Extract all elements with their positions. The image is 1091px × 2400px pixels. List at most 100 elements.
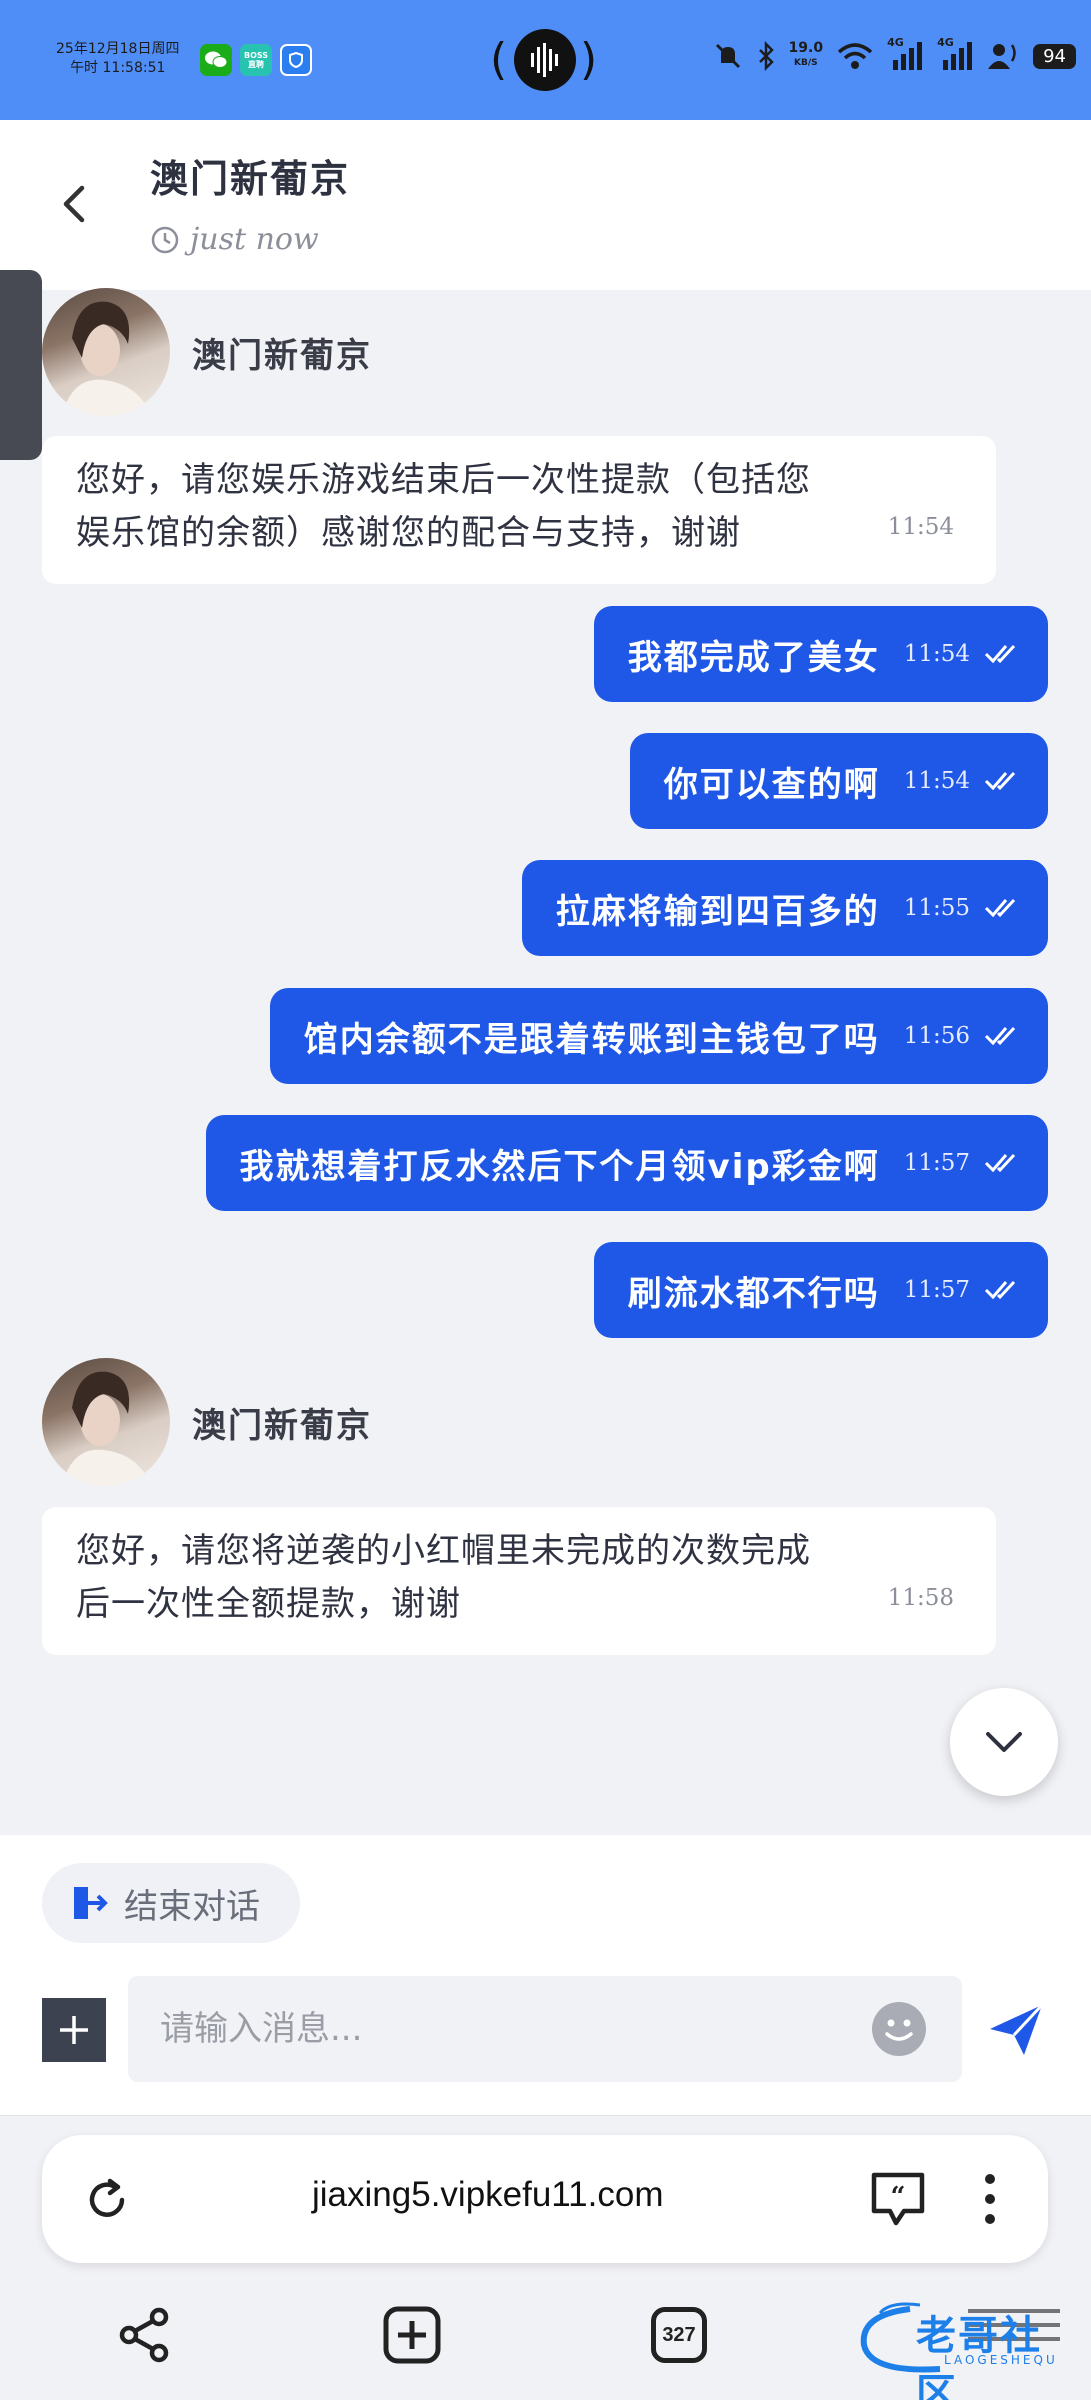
signal-2: 4G [937, 36, 973, 72]
message-input[interactable] [128, 1976, 962, 2082]
chat-header: 澳门新葡京 just now [0, 120, 1091, 290]
status-date: 25年12月18日周四 [56, 41, 180, 57]
avatar [42, 288, 170, 416]
message-time: 11:54 [903, 768, 970, 794]
message-time: 11:56 [903, 1023, 970, 1049]
clock-icon [151, 226, 179, 253]
exit-icon [74, 1887, 108, 1919]
outgoing-message: 我就想着打反水然后下个月领vip彩金啊 11:57 [205, 1115, 1048, 1211]
double-check-icon [984, 1280, 1016, 1300]
message-text: 你可以查的啊 [663, 764, 880, 805]
agent-name: 澳门新葡京 [192, 335, 372, 376]
mute-bell-icon [715, 43, 740, 69]
avatar [42, 1358, 170, 1486]
voice-assistant-indicator: ( ) [490, 26, 600, 92]
url-text[interactable]: jiaxing5.vipkefu11.com [312, 2175, 664, 2215]
status-app-icons: BOSS 直聘 [200, 44, 312, 76]
battery-level: 94 [1033, 43, 1076, 69]
message-time: 11:57 [903, 1277, 970, 1303]
watermark-text: 老哥社区 [916, 2313, 1042, 2400]
floating-side-handle[interactable] [0, 270, 42, 460]
network-speed-value: 19.0 [788, 40, 824, 56]
message-time: 11:57 [903, 1150, 970, 1176]
chat-screen: 25年12月18日周四 午时 11:58:51 BOSS 直聘 ( ) 19.0… [0, 0, 1091, 2400]
share-button[interactable] [110, 2300, 180, 2370]
attach-button[interactable] [42, 1998, 106, 2062]
status-bar: 25年12月18日周四 午时 11:58:51 BOSS 直聘 ( ) 19.0… [0, 0, 1091, 120]
outgoing-message: 我都完成了美女 11:54 [593, 606, 1048, 702]
double-check-icon [984, 1026, 1016, 1046]
agent-name: 澳门新葡京 [192, 1405, 372, 1446]
share-icon [119, 2307, 169, 2363]
wifi-icon [837, 43, 873, 69]
message-text-line: 您好，请您将逆袭的小红帽里未完成的次数完成 [76, 1531, 811, 1571]
send-button[interactable] [986, 2003, 1046, 2057]
message-text: 我都完成了美女 [627, 637, 880, 678]
status-time: 午时 11:58:51 [70, 60, 166, 76]
agent-header: 澳门新葡京 [42, 1358, 372, 1486]
double-check-icon [984, 644, 1016, 664]
message-text: 馆内余额不是跟着转账到主钱包了吗 [303, 1019, 880, 1060]
reload-icon[interactable] [82, 2175, 132, 2225]
outgoing-message: 拉麻将输到四百多的 11:55 [521, 860, 1048, 956]
shield-icon [280, 44, 312, 76]
quote-bubble-icon[interactable]: “ [868, 2169, 928, 2229]
wechat-icon [200, 44, 232, 76]
boss-app-icon: BOSS 直聘 [240, 44, 272, 76]
last-seen-status: just now [150, 222, 319, 257]
signal-1-label: 4G [887, 36, 904, 49]
voice-orb-icon [514, 29, 576, 91]
message-text-line: 娱乐馆的余额）感谢您的配合与支持，谢谢 [76, 513, 741, 553]
chevron-left-icon [63, 185, 85, 223]
agent-header: 澳门新葡京 [42, 288, 372, 416]
bluetooth-icon [758, 41, 774, 71]
tabs-button[interactable]: 327 [644, 2300, 714, 2370]
new-tab-button[interactable] [377, 2300, 447, 2370]
end-chat-button[interactable]: 结束对话 [42, 1863, 300, 1943]
incoming-message: 您好，请您将逆袭的小红帽里未完成的次数完成 后一次性全额提款，谢谢 11:58 [42, 1507, 996, 1655]
message-text-line: 您好，请您娱乐游戏结束后一次性提款（包括您 [76, 460, 811, 500]
double-check-icon [984, 771, 1016, 791]
network-speed-unit: KB/S [794, 58, 818, 68]
message-text: 我就想着打反水然后下个月领vip彩金啊 [239, 1146, 880, 1187]
message-time: 11:55 [903, 895, 970, 921]
plus-icon [60, 2016, 88, 2044]
message-time: 11:58 [887, 1585, 954, 1611]
last-seen-text: just now [190, 222, 319, 257]
status-indicators: 19.0 KB/S 4G 4G 94 [713, 36, 1076, 72]
tab-count: 327 [651, 2307, 707, 2363]
signal-1: 4G [887, 36, 923, 72]
back-button[interactable] [56, 182, 92, 226]
smiley-icon [885, 2019, 913, 2041]
hotspot-user-icon [988, 44, 1016, 69]
add-square-icon [383, 2306, 441, 2364]
signal-2-label: 4G [937, 36, 954, 49]
double-check-icon [984, 898, 1016, 918]
message-text: 刷流水都不行吗 [627, 1273, 880, 1314]
paren-left-icon: ( [490, 34, 508, 85]
address-bar[interactable]: jiaxing5.vipkefu11.com “ [42, 2135, 1048, 2263]
send-icon [990, 2003, 1044, 2055]
message-time: 11:54 [903, 641, 970, 667]
network-speed: 19.0 KB/S [789, 41, 824, 71]
outgoing-message: 你可以查的啊 11:54 [629, 733, 1048, 829]
paren-right-icon: ) [580, 34, 598, 85]
outgoing-message: 刷流水都不行吗 11:57 [593, 1242, 1048, 1338]
double-check-icon [984, 1153, 1016, 1173]
outgoing-message: 馆内余额不是跟着转账到主钱包了吗 11:56 [269, 988, 1048, 1084]
message-time: 11:54 [887, 514, 954, 540]
scroll-to-bottom-button[interactable] [950, 1688, 1058, 1796]
watermark-logo: 老哥社区 LAOGESHEQU [850, 2295, 1080, 2400]
status-datetime: 25年12月18日周四 午时 11:58:51 [56, 40, 179, 78]
composer: 结束对话 [0, 1835, 1091, 2115]
emoji-button[interactable] [872, 2002, 926, 2056]
incoming-message: 您好，请您娱乐游戏结束后一次性提款（包括您 娱乐馆的余额）感谢您的配合与支持，谢… [42, 436, 996, 584]
watermark-subtext: LAOGESHEQU [944, 2353, 1058, 2367]
message-text-line: 后一次性全额提款，谢谢 [76, 1584, 461, 1624]
more-vertical-icon[interactable] [980, 2171, 1000, 2227]
message-text: 拉麻将输到四百多的 [555, 891, 880, 932]
page-title: 澳门新葡京 [150, 157, 351, 201]
end-chat-label: 结束对话 [124, 1886, 260, 1927]
chevron-down-icon [986, 1732, 1022, 1752]
svg-text:“: “ [891, 2182, 906, 2212]
